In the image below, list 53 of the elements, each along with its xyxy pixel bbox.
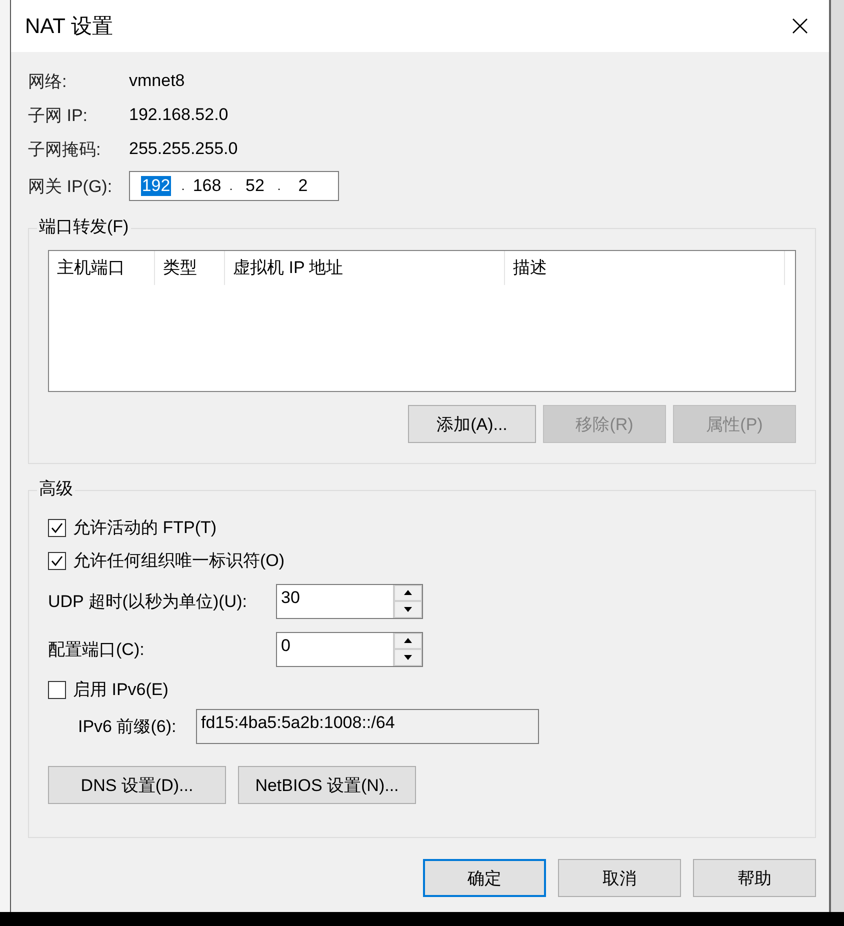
checkbox-label: 启用 IPv6(E) — [73, 679, 168, 701]
field-value: vmnet8 — [129, 71, 185, 91]
close-icon — [792, 18, 808, 34]
field-value: 255.255.255.0 — [129, 139, 238, 159]
down-arrow-icon — [403, 606, 413, 613]
spin-down-button[interactable] — [394, 649, 422, 666]
checkbox[interactable] — [48, 680, 66, 698]
dialog-button[interactable]: 添加(A)... — [408, 405, 536, 443]
spin-field[interactable]: 30 — [276, 584, 423, 618]
checkbox[interactable] — [48, 552, 66, 570]
field-label: UDP 超时(以秒为单位)(U): — [48, 590, 248, 612]
checkbox-label: 允许活动的 FTP(T) — [73, 517, 217, 539]
column-header[interactable]: 类型 — [155, 251, 225, 285]
check-icon — [50, 520, 64, 534]
ip-address-field[interactable]: 192 . 168 . 52 . 2 — [129, 171, 339, 201]
ip-octet[interactable]: 2 — [285, 176, 321, 196]
field-value: 192.168.52.0 — [129, 105, 228, 125]
ip-octet[interactable]: 168 — [189, 176, 225, 196]
ip-octet[interactable]: 192 — [141, 176, 171, 196]
field-label: IPv6 前缀(6): — [78, 716, 178, 738]
dialog-button[interactable]: NetBIOS 设置(N)... — [238, 766, 416, 804]
spin-down-button[interactable] — [394, 601, 422, 618]
field-label: 网关 IP(G): — [28, 176, 114, 198]
field-label: 子网掩码: — [28, 138, 102, 160]
down-arrow-icon — [403, 654, 413, 661]
spin-up-button[interactable] — [394, 632, 422, 649]
dialog-button[interactable]: 取消 — [558, 859, 681, 897]
group-title: 端口转发(F) — [37, 217, 131, 237]
dialog-button[interactable]: 帮助 — [693, 859, 816, 897]
spin-field[interactable]: 0 — [276, 632, 423, 666]
field-value: 0 — [280, 634, 292, 656]
separator-dot: . — [180, 179, 186, 193]
ip-octet[interactable]: 52 — [237, 176, 273, 196]
field-label: 子网 IP: — [28, 104, 89, 126]
column-header[interactable]: 描述 — [505, 251, 785, 285]
checkbox-label: 允许任何组织唯一标识符(O) — [73, 550, 285, 572]
check-icon — [50, 554, 64, 568]
checkbox[interactable] — [48, 518, 66, 536]
up-arrow-icon — [403, 637, 413, 644]
spin-up-button[interactable] — [394, 584, 422, 601]
separator-dot: . — [276, 179, 282, 193]
column-header[interactable]: 虚拟机 IP 地址 — [225, 251, 505, 285]
field-label: 配置端口(C): — [48, 638, 146, 660]
field-value: 30 — [280, 586, 301, 608]
field-label: 网络: — [28, 70, 68, 92]
dialog-button[interactable]: 确定 — [423, 859, 546, 897]
port-list[interactable]: 主机端口 类型 虚拟机 IP 地址 描述 — [48, 250, 796, 392]
up-arrow-icon — [403, 589, 413, 596]
separator-dot: . — [228, 179, 234, 193]
window-title: NAT 设置 — [25, 14, 113, 40]
group-title: 高级 — [37, 479, 75, 499]
dialog-button[interactable]: DNS 设置(D)... — [48, 766, 226, 804]
column-header[interactable]: 主机端口 — [49, 251, 155, 285]
